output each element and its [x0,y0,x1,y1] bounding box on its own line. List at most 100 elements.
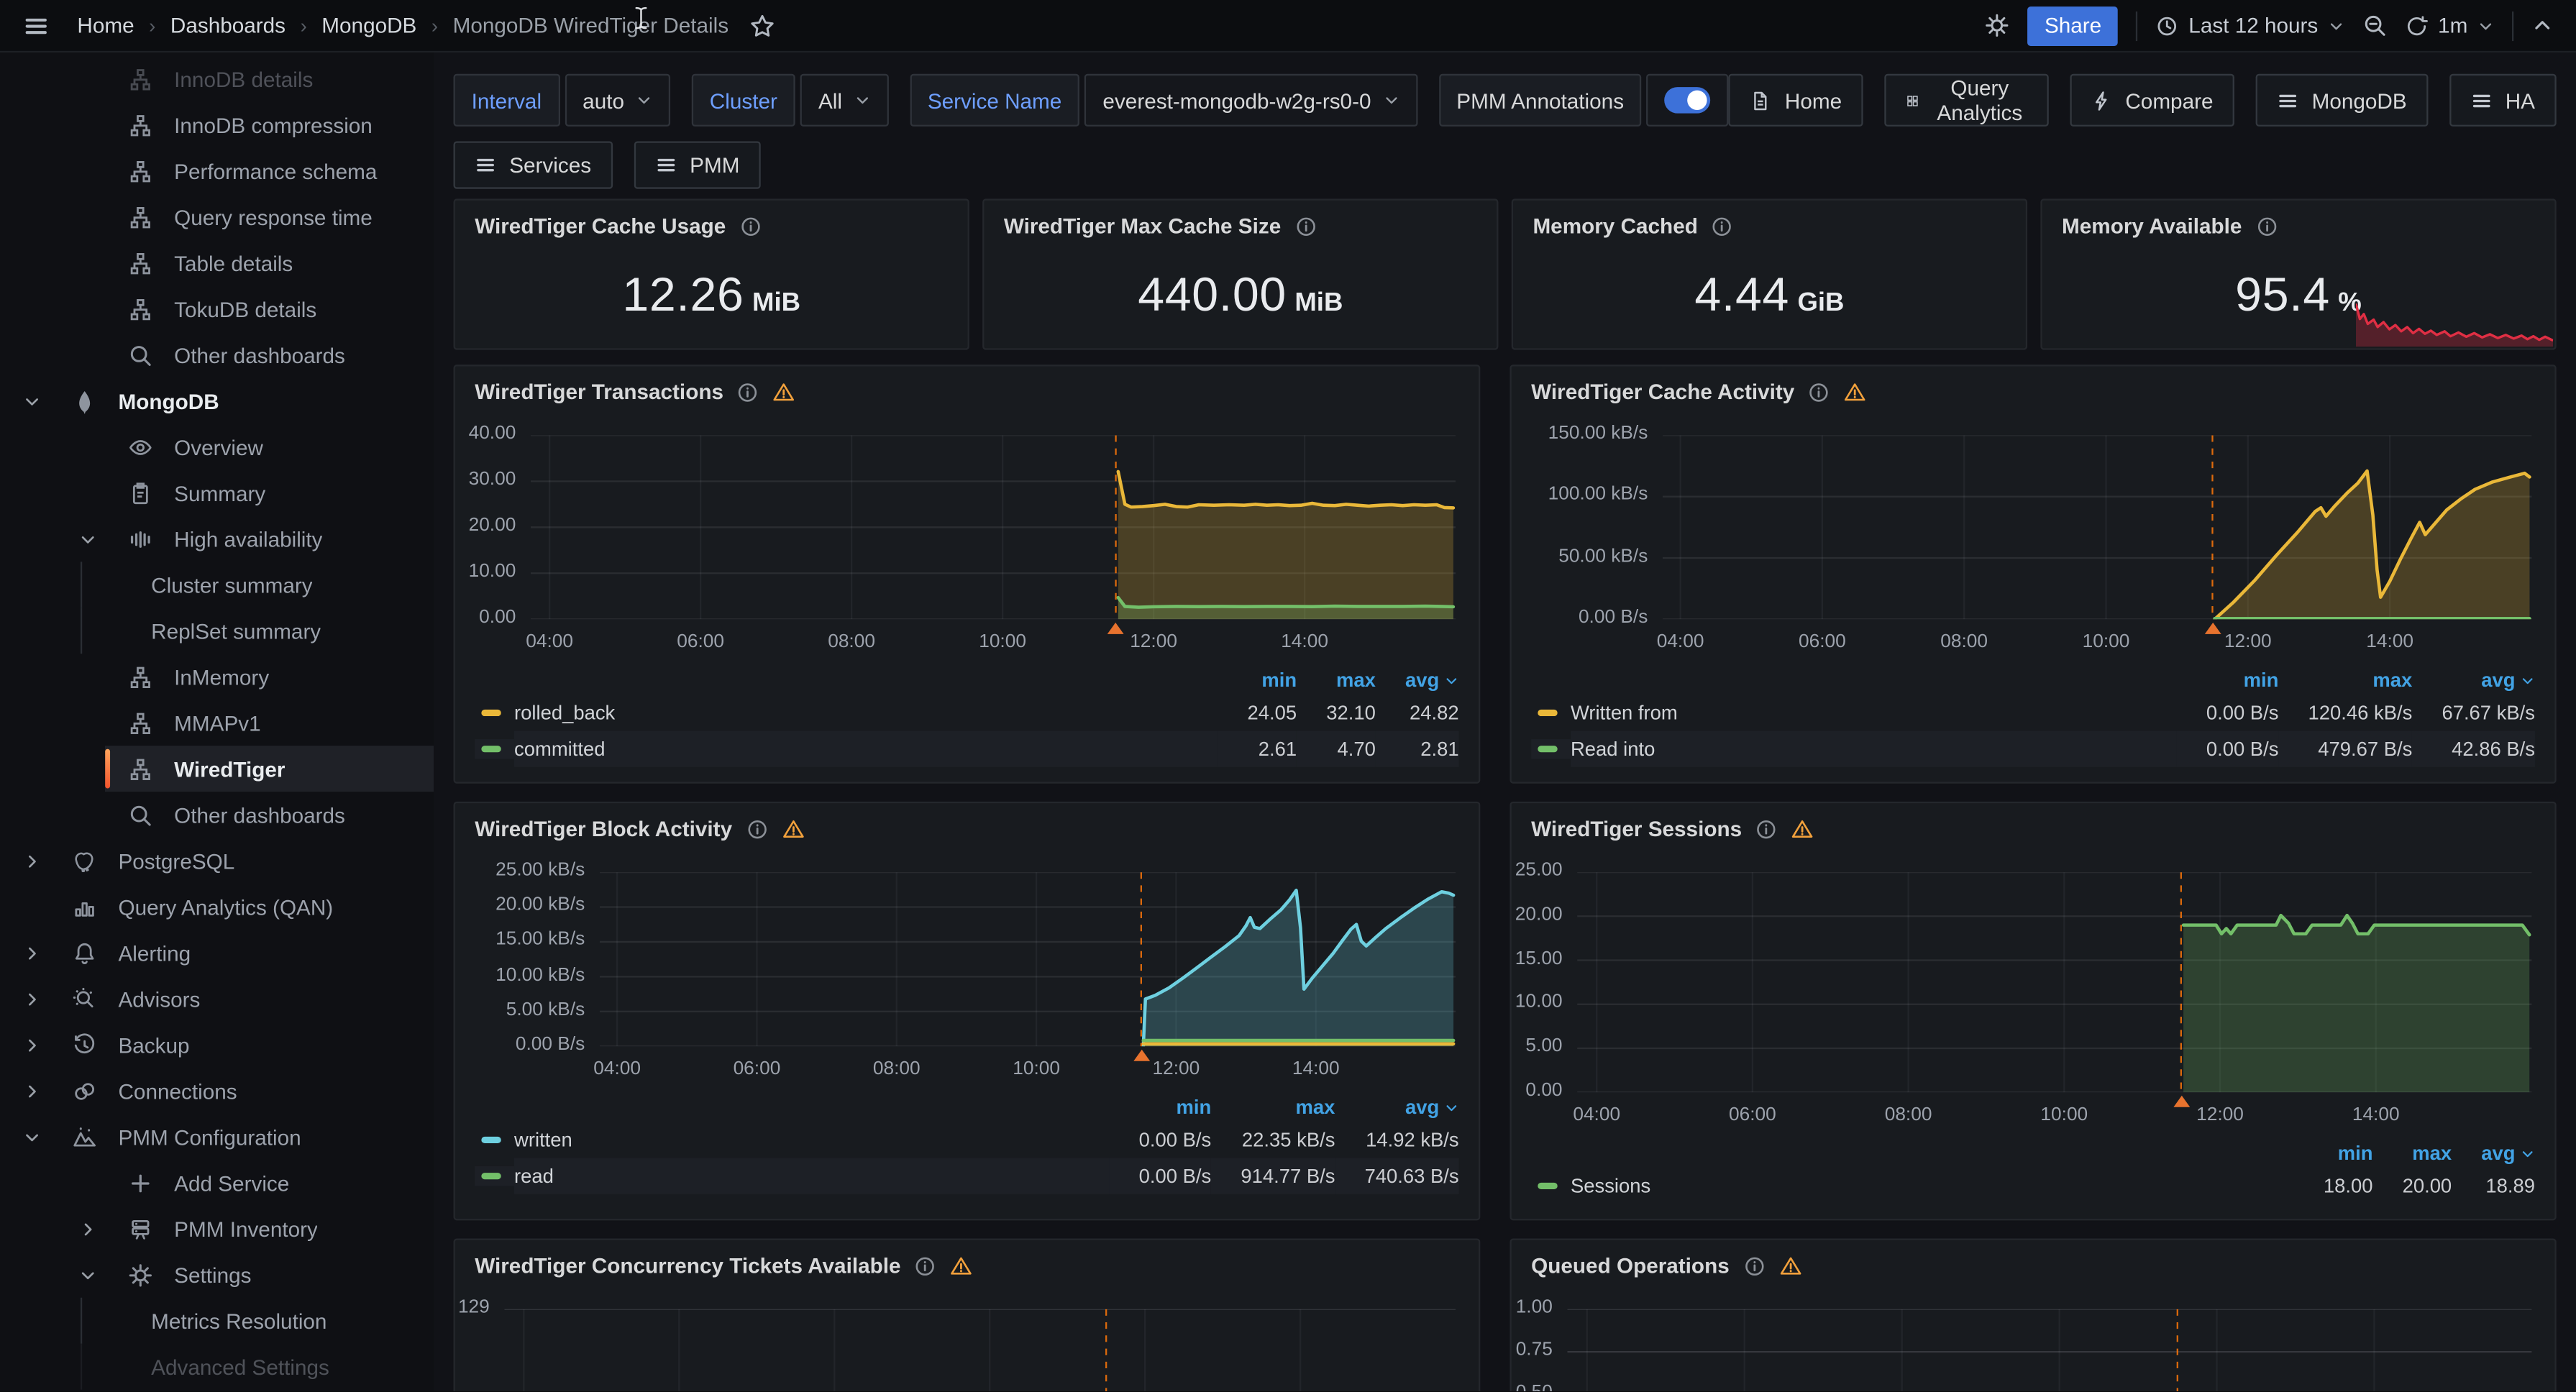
compare-link-button[interactable]: Compare [2070,74,2235,127]
panel-title[interactable]: WiredTiger Transactions [475,380,723,404]
info-icon[interactable] [2255,214,2278,237]
mongodb-menu-button[interactable]: MongoDB [2256,74,2428,127]
sidebar-item-innodb-compression[interactable]: InnoDB compression [0,102,434,148]
breadcrumb-mongodb[interactable]: MongoDB [321,13,416,37]
warning-icon[interactable] [782,818,805,841]
panel-title[interactable]: WiredTiger Cache Usage [475,214,726,238]
chevron-down-icon[interactable] [23,1127,73,1145]
sidebar-item-query-response-time[interactable]: Query response time [0,194,434,240]
info-icon[interactable] [1294,214,1317,237]
sidebar-item-other-dashboards[interactable]: Other dashboards [0,792,434,838]
sidebar-item-add-service[interactable]: Add Service [0,1160,434,1206]
chevron-right-icon[interactable] [23,1081,73,1099]
legend-series-read[interactable]: read [514,1158,1109,1194]
legend-series-written[interactable]: written [514,1122,1109,1158]
info-icon[interactable] [745,818,768,841]
info-icon[interactable] [914,1254,937,1277]
panel-title[interactable]: Queued Operations [1531,1253,1730,1278]
chevron-right-icon[interactable] [23,989,73,1007]
info-icon[interactable] [736,380,759,403]
chevron-down-icon[interactable] [79,1265,129,1283]
panel-title[interactable]: WiredTiger Block Activity [475,816,732,841]
legend-series-read-into[interactable]: Read into [1571,731,2177,767]
chevron-down-icon[interactable] [23,392,73,410]
breadcrumb-home[interactable]: Home [77,13,134,37]
legend-sort-avg[interactable]: avg [1376,665,1459,695]
legend-sort-max[interactable]: max [1297,665,1376,695]
cluster-select[interactable]: All [800,74,888,127]
info-icon[interactable] [739,214,762,237]
interval-select[interactable]: auto [565,74,670,127]
query-analytics-link-button[interactable]: Query Analytics [1885,74,2048,127]
panel-title[interactable]: WiredTiger Sessions [1531,816,1742,841]
warning-icon[interactable] [773,380,796,403]
legend-sort-min[interactable]: min [1218,665,1297,695]
chevron-right-icon[interactable] [23,852,73,870]
legend-sort-min[interactable]: min [2294,1138,2373,1168]
pmm-annotations-toggle[interactable] [1647,74,1729,127]
chart-plot[interactable] [600,872,1456,1046]
legend-sort-max[interactable]: max [2278,665,2412,695]
pmm-menu-button[interactable]: PMM [634,141,761,188]
sidebar-item-alerting[interactable]: Alerting [0,930,434,976]
legend-sort-avg[interactable]: avg [1335,1092,1458,1122]
info-icon[interactable] [1743,1254,1766,1277]
chart-plot[interactable] [504,1309,1456,1391]
sidebar-item-backup[interactable]: Backup [0,1022,434,1068]
sidebar-item-mongodb[interactable]: MongoDB [0,377,434,423]
chart-plot[interactable] [531,435,1456,619]
sidebar-item-cluster-summary[interactable]: Cluster summary [0,562,434,608]
home-link-button[interactable]: Home [1729,74,1863,127]
sidebar-item-metrics-resolution[interactable]: Metrics Resolution [0,1298,434,1344]
chevron-right-icon[interactable] [79,1219,129,1237]
legend-series-rolled-back[interactable]: rolled_back [514,695,1218,731]
sidebar-item-pmm-inventory[interactable]: PMM Inventory [0,1206,434,1252]
legend-sort-min[interactable]: min [2177,665,2279,695]
chart-plot[interactable] [1577,872,2531,1092]
ha-menu-button[interactable]: HA [2449,74,2557,127]
sidebar-item-settings[interactable]: Settings [0,1252,434,1298]
sidebar-item-postgresql[interactable]: PostgreSQL [0,838,434,884]
sidebar-item-inmemory[interactable]: InMemory [0,654,434,700]
legend-sort-avg[interactable]: avg [2452,1138,2535,1168]
info-icon[interactable] [1808,380,1831,403]
panel-title[interactable]: Memory Available [2062,214,2242,238]
sidebar-item-query-analytics-qan[interactable]: Query Analytics (QAN) [0,884,434,930]
menu-toggle-icon[interactable] [23,12,50,39]
chevron-right-icon[interactable] [23,1035,73,1053]
sidebar-item-mmapv1[interactable]: MMAPv1 [0,700,434,746]
sidebar-item-replset-summary[interactable]: ReplSet summary [0,608,434,654]
sidebar-item-wiredtiger[interactable]: WiredTiger [0,746,434,792]
chart-plot[interactable] [1567,1309,2531,1391]
warning-icon[interactable] [1791,818,1814,841]
legend-sort-min[interactable]: min [1110,1092,1212,1122]
panel-title[interactable]: Memory Cached [1533,214,1697,238]
info-icon[interactable] [1711,214,1734,237]
favorite-star-icon[interactable] [750,12,777,39]
warning-icon[interactable] [1844,380,1867,403]
sidebar-item-table-details[interactable]: Table details [0,240,434,286]
legend-sort-avg[interactable]: avg [2412,665,2535,695]
legend-series-sessions[interactable]: Sessions [1571,1168,2294,1204]
panel-title[interactable]: WiredTiger Concurrency Tickets Available [475,1253,900,1278]
panel-title[interactable]: WiredTiger Max Cache Size [1004,214,1281,238]
sidebar-item-advanced-settings[interactable]: Advanced Settings [0,1344,434,1390]
info-icon[interactable] [1755,818,1778,841]
legend-series-committed[interactable]: committed [514,731,1218,767]
warning-icon[interactable] [950,1254,973,1277]
chevron-down-icon[interactable] [79,530,129,548]
collapse-topbar-chevron-up-icon[interactable] [2531,15,2553,37]
legend-sort-max[interactable]: max [1211,1092,1335,1122]
share-button[interactable]: Share [2028,6,2118,45]
services-menu-button[interactable]: Services [454,141,613,188]
sidebar-item-connections[interactable]: Connections [0,1068,434,1114]
sidebar-item-pmm-configuration[interactable]: PMM Configuration [0,1114,434,1160]
time-range-picker[interactable]: Last 12 hours [2156,13,2344,37]
sidebar-item-high-availability[interactable]: High availability [0,516,434,562]
sidebar-item-overview[interactable]: Overview [0,423,434,470]
sidebar-item-innodb-details[interactable]: InnoDB details [0,56,434,102]
service-name-select[interactable]: everest-mongodb-w2g-rs0-0 [1084,74,1417,127]
panel-title[interactable]: WiredTiger Cache Activity [1531,380,1794,404]
sidebar-item-performance-schema[interactable]: Performance schema [0,148,434,194]
sidebar-item-advisors[interactable]: Advisors [0,976,434,1022]
